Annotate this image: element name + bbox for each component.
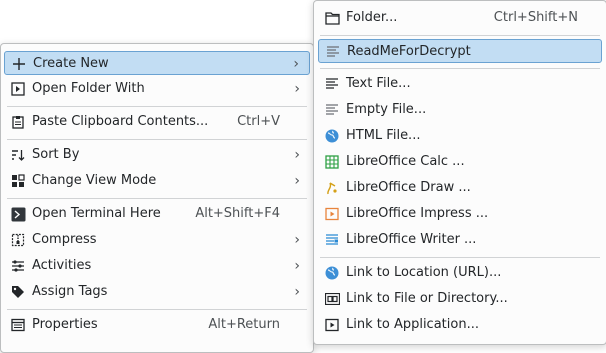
word-processor-icon — [324, 232, 340, 248]
submenu-item-label: LibreOffice Calc ... — [346, 154, 465, 169]
menu-item-compress[interactable]: Compress › — [4, 228, 310, 252]
submenu-item-label: Folder... — [346, 10, 398, 25]
activities-icon — [10, 258, 26, 274]
menu-item-label: Sort By — [32, 147, 80, 162]
link-file-icon — [324, 291, 340, 307]
chevron-right-icon: › — [293, 56, 299, 72]
separator — [7, 309, 307, 310]
submenu-item-empty-file[interactable]: Empty File... — [318, 98, 602, 122]
menu-item-label: Activities — [32, 258, 92, 273]
open-with-icon — [10, 81, 26, 97]
menu-item-open-folder-with[interactable]: Open Folder With › — [4, 77, 310, 101]
submenu-item-text-file[interactable]: Text File... — [318, 72, 602, 96]
menu-item-activities[interactable]: Activities › — [4, 254, 310, 278]
separator — [320, 257, 600, 258]
menu-item-assign-tags[interactable]: Assign Tags › — [4, 280, 310, 304]
chevron-right-icon: › — [294, 81, 300, 97]
spreadsheet-icon — [324, 154, 340, 170]
tag-icon — [10, 284, 26, 300]
separator — [320, 35, 600, 36]
menu-item-label: Paste Clipboard Contents... — [32, 114, 209, 129]
shortcut-label: Alt+Return — [208, 317, 280, 332]
menu-item-sort-by[interactable]: Sort By › — [4, 143, 310, 167]
menu-item-open-terminal[interactable]: Open Terminal Here Alt+Shift+F4 — [4, 202, 310, 226]
text-document-icon — [325, 44, 341, 60]
menu-item-label: Open Folder With — [32, 81, 145, 96]
terminal-icon — [10, 206, 26, 222]
submenu-item-label: Text File... — [346, 76, 411, 91]
submenu-item-link-url[interactable]: Link to Location (URL)... — [318, 261, 602, 285]
properties-icon — [10, 317, 26, 333]
menu-item-change-view-mode[interactable]: Change View Mode › — [4, 169, 310, 193]
menu-item-label: Properties — [32, 317, 98, 332]
menu-item-label: Compress — [32, 232, 97, 247]
archive-icon — [10, 232, 26, 248]
menu-item-properties[interactable]: Properties Alt+Return — [4, 313, 310, 337]
submenu-item-label: Link to Application... — [346, 317, 479, 332]
empty-file-icon — [324, 102, 340, 118]
menu-item-label: Change View Mode — [32, 173, 157, 188]
new-folder-icon — [324, 10, 340, 26]
chevron-right-icon: › — [294, 284, 300, 300]
presentation-icon — [324, 206, 340, 222]
globe-link-icon — [324, 265, 340, 281]
menu-item-label: Open Terminal Here — [32, 206, 161, 221]
menu-item-label: Assign Tags — [32, 284, 108, 299]
chevron-right-icon: › — [294, 232, 300, 248]
submenu-item-link-app[interactable]: Link to Application... — [318, 313, 602, 337]
view-grid-icon — [10, 173, 26, 189]
clipboard-paste-icon — [10, 114, 26, 130]
separator — [7, 198, 307, 199]
plus-icon — [11, 56, 27, 72]
submenu-item-label: ReadMeForDecrypt — [347, 44, 471, 59]
shortcut-label: Ctrl+Shift+N — [493, 10, 578, 25]
submenu-item-label: LibreOffice Writer ... — [346, 232, 477, 247]
submenu-item-folder[interactable]: Folder... Ctrl+Shift+N — [318, 6, 602, 30]
sort-icon — [10, 147, 26, 163]
create-new-submenu: Folder... Ctrl+Shift+N ReadMeForDecrypt … — [313, 0, 606, 345]
submenu-item-libreoffice-writer[interactable]: LibreOffice Writer ... — [318, 228, 602, 252]
separator — [7, 139, 307, 140]
submenu-item-libreoffice-draw[interactable]: LibreOffice Draw ... — [318, 176, 602, 200]
submenu-item-label: Empty File... — [346, 102, 427, 117]
submenu-item-label: Link to Location (URL)... — [346, 265, 502, 280]
application-icon — [324, 317, 340, 333]
submenu-item-label: LibreOffice Impress ... — [346, 206, 489, 221]
chevron-right-icon: › — [294, 173, 300, 189]
globe-icon — [324, 128, 340, 144]
submenu-item-html-file[interactable]: HTML File... — [318, 124, 602, 148]
shortcut-label: Ctrl+V — [237, 114, 280, 129]
submenu-item-label: HTML File... — [346, 128, 421, 143]
menu-item-label: Create New — [33, 56, 109, 71]
submenu-item-libreoffice-impress[interactable]: LibreOffice Impress ... — [318, 202, 602, 226]
submenu-item-link-file[interactable]: Link to File or Directory... — [318, 287, 602, 311]
submenu-item-libreoffice-calc[interactable]: LibreOffice Calc ... — [318, 150, 602, 174]
drawing-icon — [324, 180, 340, 196]
separator — [7, 106, 307, 107]
submenu-item-readme[interactable]: ReadMeForDecrypt — [318, 39, 602, 63]
menu-item-paste-clipboard[interactable]: Paste Clipboard Contents... Ctrl+V — [4, 110, 310, 134]
chevron-right-icon: › — [294, 258, 300, 274]
submenu-item-label: Link to File or Directory... — [346, 291, 508, 306]
text-file-icon — [324, 76, 340, 92]
shortcut-label: Alt+Shift+F4 — [195, 206, 280, 221]
menu-item-create-new[interactable]: Create New › — [4, 51, 310, 75]
submenu-item-label: LibreOffice Draw ... — [346, 180, 471, 195]
separator — [320, 68, 600, 69]
desktop-context-menu: Create New › Open Folder With › Paste Cl… — [0, 43, 314, 353]
chevron-right-icon: › — [294, 147, 300, 163]
